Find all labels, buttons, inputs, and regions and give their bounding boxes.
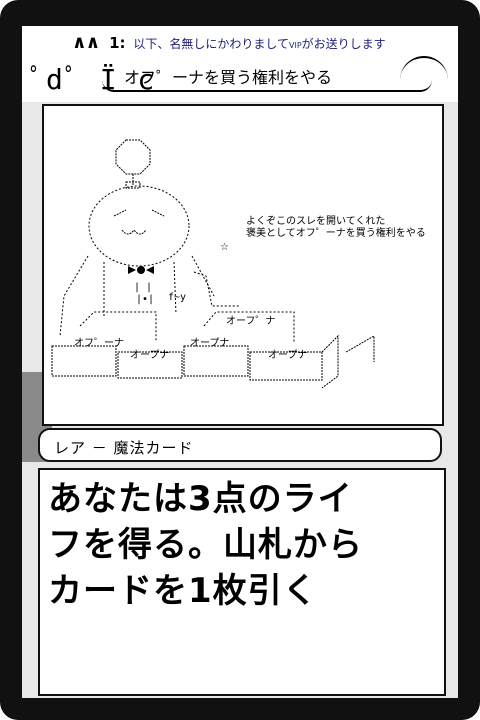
box-label: オープナ: [268, 349, 307, 361]
rules-line: フを得る。山札から: [48, 525, 363, 565]
card-type: レア － 魔法カード: [54, 439, 194, 457]
box-label: オーフ゜ナ: [226, 315, 275, 327]
speech-line-2: 褒美としてオフ゜ーナを買う権利をやる: [246, 226, 426, 239]
art-illustration: | | |•| f~y ☆ よくぞこのスレを開いてくれた 褒美としてオフ゜ーナを…: [51, 139, 426, 389]
rules-line: あなたは3点のライ: [48, 479, 353, 519]
box-label: オフ゜ーナ: [74, 337, 124, 349]
post-number: 1:: [109, 34, 126, 52]
card-title: オフ゜ーナを買う権利をやる: [124, 68, 333, 87]
opener-box: [51, 345, 117, 377]
svg-text:|•|: |•|: [136, 294, 154, 305]
poster-text-end: がお送りします: [301, 37, 386, 51]
box-label: オープナ: [190, 337, 229, 349]
speech-line-1: よくぞこのスレを開いてくれた: [246, 215, 385, 227]
svg-text:f~y: f~y: [168, 292, 186, 303]
card-art: | | |•| f~y ☆ よくぞこのスレを開いてくれた 褒美としてオフ゜ーナを…: [42, 104, 444, 426]
opener-box: [183, 345, 249, 377]
poster-text: 以下、名無しにかわりまして: [133, 37, 289, 51]
octagon-icon: [115, 139, 151, 175]
svg-text:| |: | |: [134, 282, 152, 293]
post-header: ∧∧ 1: 以下、名無しにかわりましてVIPがお送りします: [72, 32, 386, 53]
header-arrows: ∧∧: [72, 32, 100, 53]
star-glyph: ☆: [220, 242, 229, 253]
rules-text: あなたは3点のライ フを得る。山札から カードを1枚引く: [48, 476, 428, 614]
vip-tag: VIP: [288, 41, 302, 50]
face-outline: [88, 185, 190, 267]
rules-line: カードを1枚引く: [48, 571, 318, 611]
box-label: オープナ: [130, 349, 169, 361]
